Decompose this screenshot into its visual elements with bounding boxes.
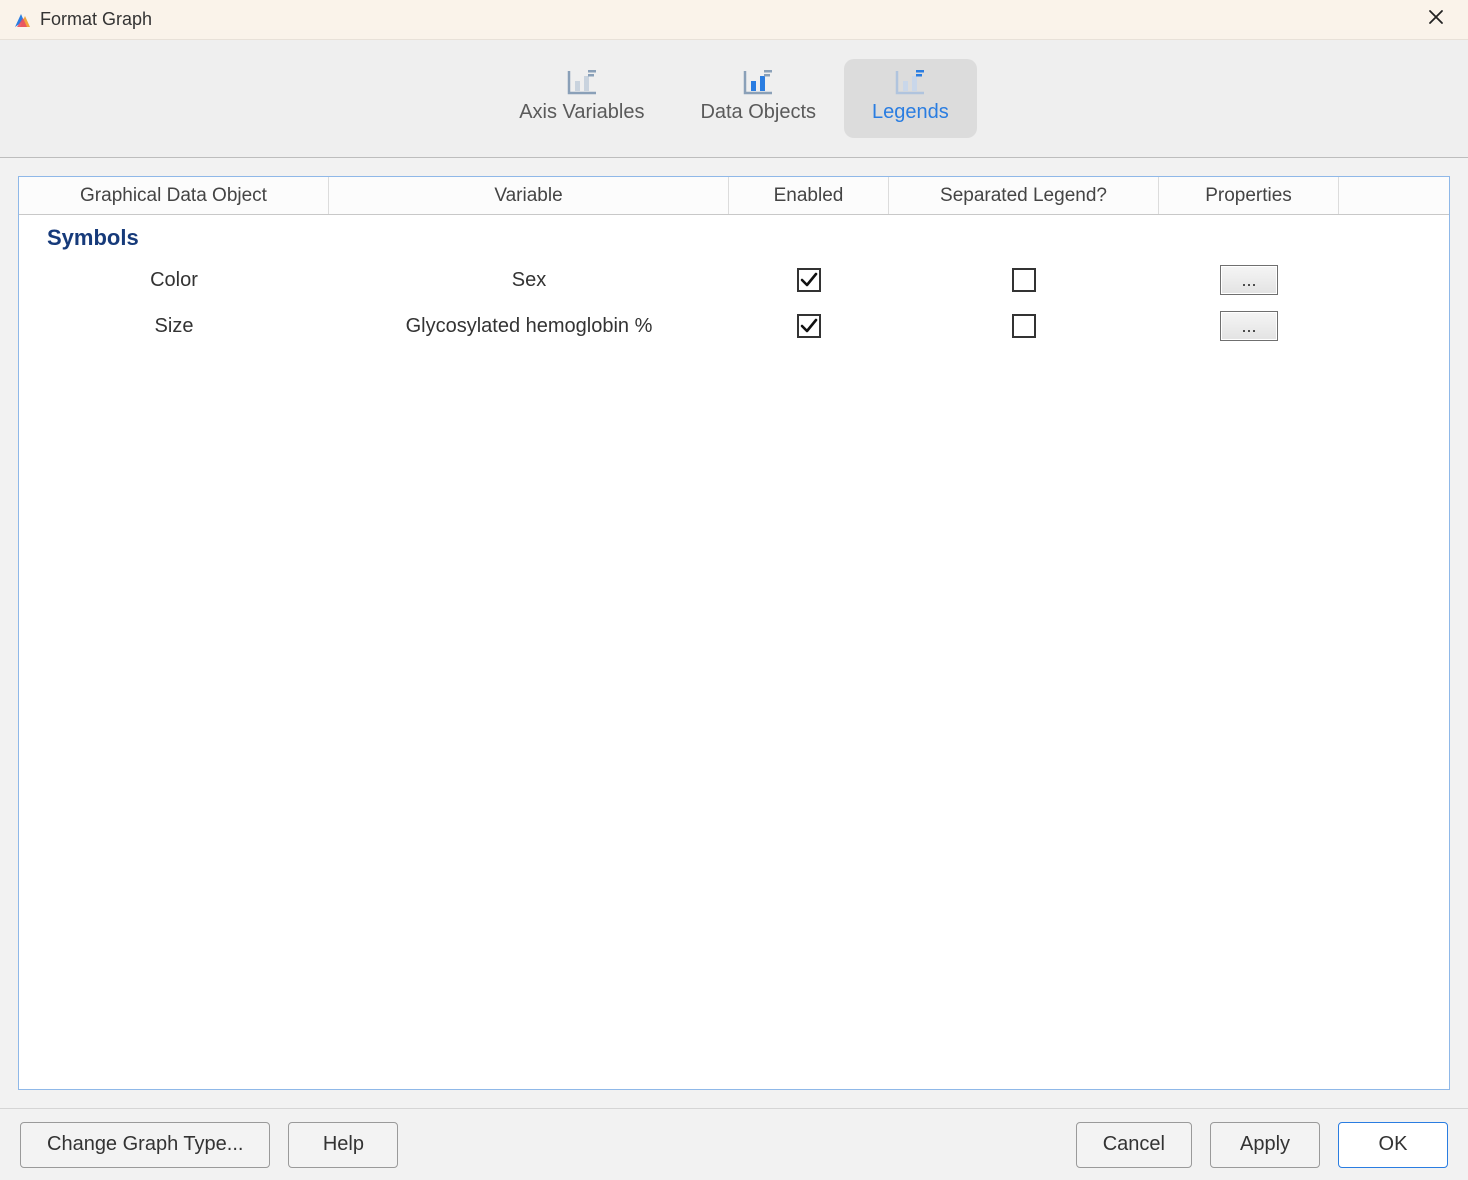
grid-header: Graphical Data Object Variable Enabled S… — [19, 177, 1449, 215]
enabled-checkbox[interactable] — [797, 268, 821, 292]
tab-legends[interactable]: Legends — [844, 59, 977, 138]
cell-variable: Sex — [329, 257, 729, 303]
tabstrip: Axis Variables Data Objects — [0, 40, 1468, 158]
window-title: Format Graph — [40, 9, 152, 30]
legends-icon — [894, 69, 926, 95]
help-button[interactable]: Help — [288, 1122, 398, 1168]
cell-enabled — [729, 257, 889, 303]
separated-checkbox[interactable] — [1012, 314, 1036, 338]
legends-panel: Graphical Data Object Variable Enabled S… — [18, 176, 1450, 1090]
cell-variable: Glycosylated hemoglobin % — [329, 303, 729, 349]
app-logo-icon — [12, 10, 32, 30]
enabled-checkbox[interactable] — [797, 314, 821, 338]
properties-button[interactable]: ... — [1220, 311, 1278, 341]
col-header-enabled[interactable]: Enabled — [729, 177, 889, 214]
format-graph-dialog: Format Graph Axis Variables — [0, 0, 1468, 1180]
col-header-spacer — [1339, 177, 1449, 214]
group-symbols: Symbols — [19, 219, 1449, 257]
tab-data-objects[interactable]: Data Objects — [672, 59, 844, 138]
tab-label: Data Objects — [700, 101, 816, 124]
col-header-separated[interactable]: Separated Legend? — [889, 177, 1159, 214]
cell-object: Size — [19, 303, 329, 349]
table-row: Color Sex ... — [19, 257, 1449, 303]
ok-button[interactable]: OK — [1338, 1122, 1448, 1168]
cancel-button[interactable]: Cancel — [1076, 1122, 1192, 1168]
cell-properties: ... — [1159, 303, 1339, 349]
grid-body: Symbols Color Sex ... — [19, 215, 1449, 1089]
col-header-object[interactable]: Graphical Data Object — [19, 177, 329, 214]
data-objects-icon — [742, 69, 774, 95]
col-header-variable[interactable]: Variable — [329, 177, 729, 214]
properties-button[interactable]: ... — [1220, 265, 1278, 295]
cell-object: Color — [19, 257, 329, 303]
cell-separated — [889, 303, 1159, 349]
tab-label: Legends — [872, 101, 949, 124]
content-area: Graphical Data Object Variable Enabled S… — [0, 158, 1468, 1108]
table-row: Size Glycosylated hemoglobin % ... — [19, 303, 1449, 349]
apply-button[interactable]: Apply — [1210, 1122, 1320, 1168]
cell-separated — [889, 257, 1159, 303]
close-icon — [1428, 8, 1444, 31]
tab-label: Axis Variables — [519, 101, 644, 124]
close-button[interactable] — [1416, 0, 1456, 40]
change-graph-type-button[interactable]: Change Graph Type... — [20, 1122, 270, 1168]
titlebar: Format Graph — [0, 0, 1468, 40]
cell-enabled — [729, 303, 889, 349]
cell-properties: ... — [1159, 257, 1339, 303]
axis-variables-icon — [566, 69, 598, 95]
separated-checkbox[interactable] — [1012, 268, 1036, 292]
tab-axis-variables[interactable]: Axis Variables — [491, 59, 672, 138]
dialog-footer: Change Graph Type... Help Cancel Apply O… — [0, 1108, 1468, 1180]
col-header-properties[interactable]: Properties — [1159, 177, 1339, 214]
